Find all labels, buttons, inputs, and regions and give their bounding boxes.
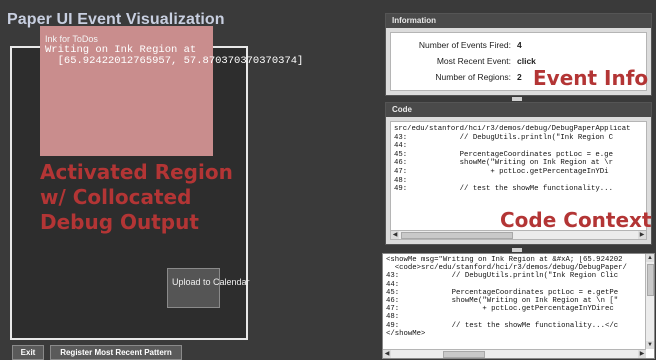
regions-value: 2 [517,72,522,82]
recent-event-label: Most Recent Event: [436,56,511,66]
xml-horizontal-scrollbar[interactable]: ◀ ▶ [383,349,646,358]
vertical-scrollbar-thumb[interactable] [647,264,654,296]
xml-vertical-scrollbar[interactable]: ▲ ▼ [645,254,654,349]
scroll-left-icon[interactable]: ◀ [391,231,399,239]
xml-output-panel: <showMe msg="Writing on Ink Region at &#… [382,253,655,359]
activated-region-annotation: Activated Region w/ Collocated Debug Out… [40,160,233,234]
ink-region-title: Ink for ToDos [45,34,98,44]
events-fired-value: 4 [517,40,522,50]
xml-output-text: <showMe msg="Writing on Ink Region at &#… [386,256,627,338]
scroll-down-icon[interactable]: ▼ [646,341,654,349]
xml-scrollbar-thumb[interactable] [443,351,485,358]
register-pattern-button[interactable]: Register Most Recent Pattern [50,345,182,360]
scrollbar-thumb[interactable] [401,232,513,239]
code-context-text: src/edu/stanford/hci/r3/demos/debug/Debu… [394,125,631,194]
upload-to-calendar-button[interactable]: Upload to Calendar [167,268,250,308]
scroll-up-icon[interactable]: ▲ [646,254,654,262]
regions-label: Number of Regions: [435,72,511,82]
xml-scroll-right-icon[interactable]: ▶ [638,350,646,358]
recent-event-value: click [517,56,536,66]
events-fired-label: Number of Events Fired: [418,40,511,50]
code-context-annotation: Code Context [500,208,652,232]
panel-resize-handle[interactable] [512,97,522,101]
ink-debug-output: Writing on Ink Region at [65.92422012765… [45,44,304,67]
code-panel-header: Code [386,103,651,117]
exit-button[interactable]: Exit [12,345,44,360]
information-panel-header: Information [386,14,651,28]
event-info-annotation: Event Info [533,66,649,90]
panel-resize-handle-2[interactable] [512,248,522,252]
xml-scroll-left-icon[interactable]: ◀ [383,350,391,358]
